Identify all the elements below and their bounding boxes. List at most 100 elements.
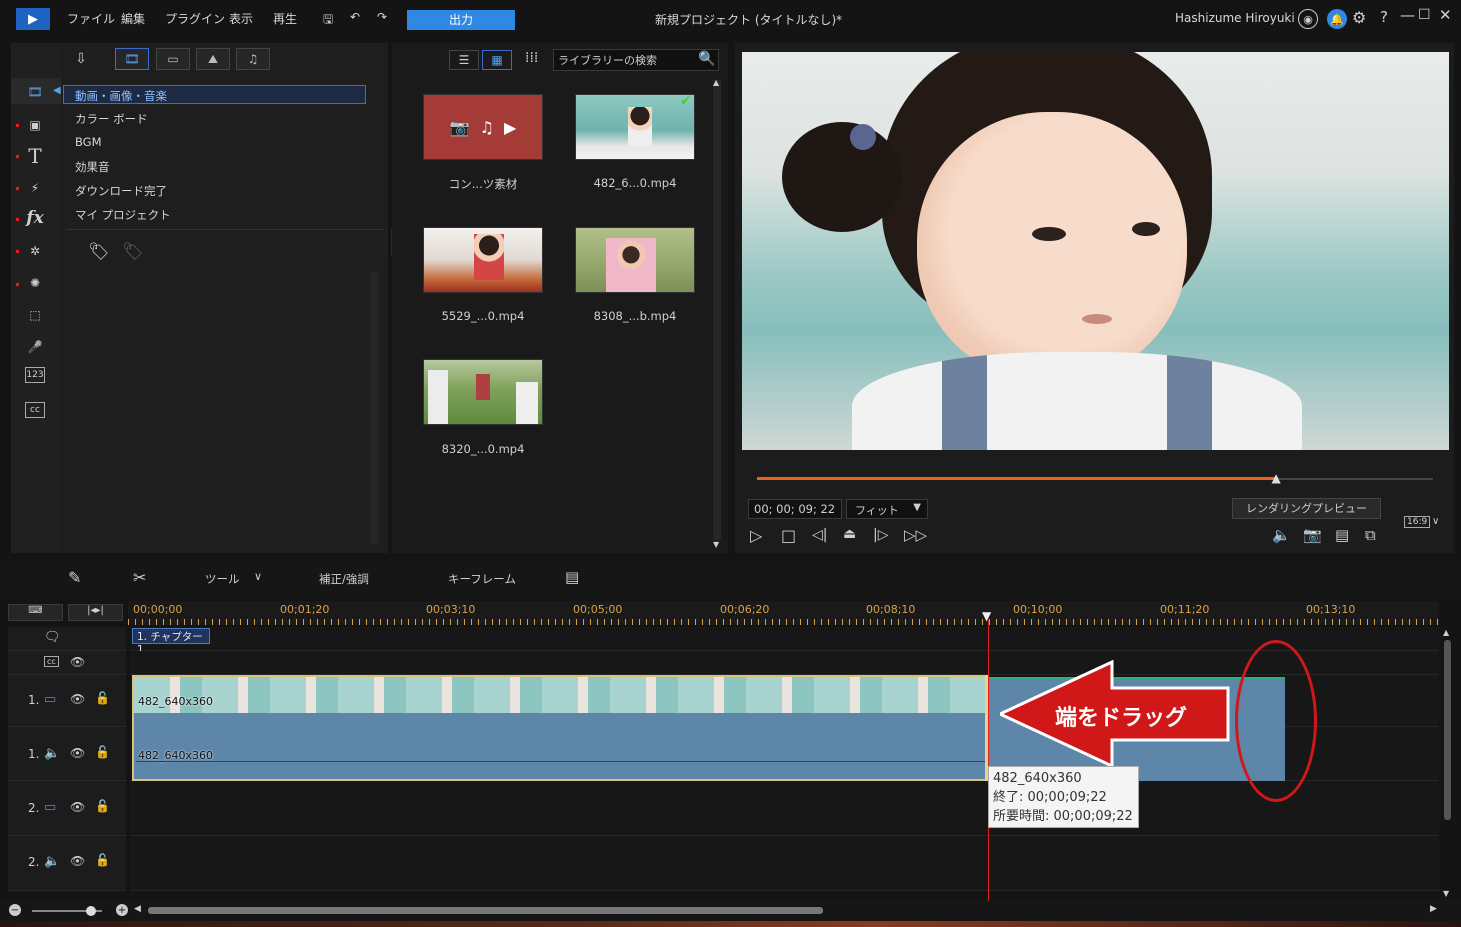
list-view-icon[interactable]: ☰ [449,50,479,70]
tree-scrollbar[interactable] [370,272,378,544]
aspect-chevron-icon[interactable]: ∨ [1432,516,1439,527]
tree-item-media[interactable]: 動画・画像・音楽 [75,88,167,104]
eye-icon[interactable]: 👁 [70,800,85,814]
media-thumbnail[interactable] [575,94,695,160]
lock-icon[interactable]: 🔓 [95,799,110,813]
undo-icon[interactable]: ↶ [350,10,360,24]
aspect-ratio-badge[interactable]: 16:9 [1404,516,1431,528]
previous-frame-icon[interactable]: ◁| [812,527,827,543]
track-manager-button[interactable]: ⌨ [8,604,63,621]
help-icon[interactable]: ? [1380,8,1388,26]
library-search-input[interactable]: ライブラリーの検索 [553,49,719,71]
filter-all-media-icon[interactable]: 🎞 [115,48,149,70]
zoom-in-icon[interactable]: + [116,904,128,916]
tree-item-downloads[interactable]: ダウンロード完了 [75,183,167,199]
edit-pen-icon[interactable]: ✎ [68,568,81,587]
redo-icon[interactable]: ↷ [377,10,387,24]
snapshot-icon[interactable]: 📷 [1303,526,1322,544]
settings-icon[interactable]: ⚙ [1352,8,1366,27]
video-track-2[interactable] [130,781,1439,836]
minimize-icon[interactable]: — [1400,6,1415,24]
display-mode-icon[interactable]: ▤ [1335,526,1349,544]
media-thumbnail[interactable] [423,359,543,425]
effect-room-icon[interactable]: fx [22,206,48,230]
menu-playback[interactable]: 再生 [273,10,297,27]
scroll-left-icon[interactable]: ◀ [134,904,141,914]
lock-icon[interactable]: 🔓 [95,853,110,867]
transition-room-icon[interactable]: ⚡ [22,176,48,200]
caption-room-icon[interactable]: cc [25,402,45,418]
render-preview-button[interactable]: レンダリングプレビュー [1232,498,1381,519]
filter-image-icon[interactable]: ⛰ [196,48,230,70]
app-logo[interactable]: ▶ [16,8,50,30]
pip-room-icon[interactable]: ✲ [22,239,48,263]
fit-dropdown[interactable]: フィット ▼ [846,499,928,519]
preview-playhead-knob[interactable]: ▲ [1272,471,1281,485]
audio-clip[interactable] [132,727,987,781]
media-grid-scrollbar[interactable] [713,80,721,540]
filter-video-icon[interactable]: ▭ [156,48,190,70]
timeline-playhead[interactable] [988,620,989,901]
chapter-room-icon[interactable]: 123 [25,367,45,383]
scroll-down-icon[interactable]: ▼ [1443,889,1449,898]
playhead-knob-icon[interactable]: ▼ [982,609,991,623]
scroll-right-icon[interactable]: ▶ [1430,904,1437,914]
media-thumbnail[interactable] [575,227,695,293]
eye-icon[interactable]: 👁 [70,746,85,760]
more-options-icon[interactable]: ▤ [565,568,579,586]
caption-icon[interactable]: cc [44,656,59,667]
timecode-display[interactable]: 00; 00; 09; 22 [748,499,842,519]
chapter-track[interactable] [130,627,1439,651]
subtitle-room-icon[interactable]: ⬚ [22,303,48,327]
media-room-icon[interactable]: 🎞 [22,80,48,104]
eye-icon[interactable]: 👁 [70,854,85,868]
search-icon[interactable]: 🔍 [698,51,715,67]
chapter-marker[interactable]: 1. チャプター 1 [132,628,210,656]
save-icon[interactable]: 🖫 [323,10,333,31]
menu-plugins[interactable]: プラグイン [165,10,225,27]
lock-icon[interactable]: 🔓 [95,691,110,705]
add-tag-icon[interactable]: 🏷 [88,242,110,262]
tree-item-sfx[interactable]: 効果音 [75,159,110,175]
lock-icon[interactable]: 🔓 [95,745,110,759]
filter-audio-icon[interactable]: ♫ [236,48,270,70]
video-clip[interactable] [132,675,987,727]
stop-icon[interactable]: □ [781,526,796,545]
timeline-horizontal-scrollbar[interactable] [148,907,823,914]
zoom-out-icon[interactable]: − [9,904,21,916]
timeline-vertical-scrollbar[interactable] [1444,640,1451,820]
menu-edit[interactable]: 編集 [121,10,145,27]
grid-view-icon[interactable]: ▦ [482,50,512,70]
scroll-down-icon[interactable]: ▼ [713,540,719,549]
title-room-icon[interactable]: T [22,144,48,168]
scissors-icon[interactable]: ✂ [133,568,146,587]
undock-icon[interactable]: ⧉ [1365,526,1376,544]
thumbnail-size-icon[interactable]: ⁞⁞⁞ [525,50,538,66]
tree-item-color-board[interactable]: カラー ボード [75,111,148,127]
menu-view[interactable]: 表示 [229,10,253,27]
keyframe-menu[interactable]: キーフレーム [448,571,516,587]
tree-item-my-projects[interactable]: マイ プロジェクト [75,207,171,223]
remove-tag-icon[interactable]: 🏷 [122,242,144,262]
split-icon[interactable]: ⏏ [843,526,856,542]
play-icon[interactable]: ▷ [750,526,762,545]
particle-room-icon[interactable]: ✺ [22,271,48,295]
maximize-icon[interactable]: ☐ [1418,7,1431,23]
chapter-icon[interactable]: 🗨 [44,630,61,645]
preview-video[interactable] [742,52,1449,450]
scroll-up-icon[interactable]: ▲ [713,78,719,87]
voice-record-icon[interactable]: 🎤 [22,335,48,359]
tree-item-bgm[interactable]: BGM [75,135,102,149]
media-thumbnail[interactable] [423,227,543,293]
volume-icon[interactable]: 🔈 [1272,526,1291,544]
notification-icon[interactable]: 🔔 [1327,9,1347,29]
adjust-menu[interactable]: 補正/強調 [319,571,369,587]
scroll-up-icon[interactable]: ▲ [1443,628,1449,637]
zoom-slider-knob[interactable] [86,906,96,916]
menu-file[interactable]: ファイル [67,10,115,27]
fit-timeline-button[interactable]: |◂▸| [68,604,123,621]
eye-icon[interactable]: 👁 [70,692,85,706]
next-frame-icon[interactable]: |▷ [873,527,888,543]
eye-icon[interactable]: 👁 [70,655,85,669]
tools-chevron-icon[interactable]: ∨ [254,570,262,583]
